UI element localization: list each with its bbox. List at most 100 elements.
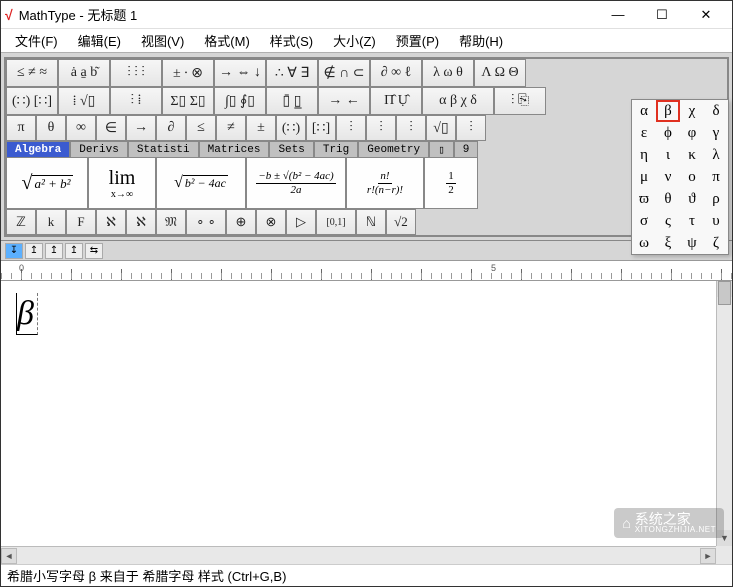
greek-delta[interactable]: δ bbox=[704, 100, 728, 122]
greek-varpi[interactable]: ϖ bbox=[632, 188, 656, 210]
sym-aleph[interactable]: ℵ bbox=[96, 209, 126, 235]
greek-iota[interactable]: ι bbox=[656, 144, 680, 166]
tmpl-frac3[interactable]: ⫶ bbox=[396, 115, 426, 141]
palette-set[interactable]: ∉ ∩ ⊂ bbox=[318, 59, 370, 87]
tab-blank[interactable]: ▯ bbox=[429, 141, 454, 157]
sym-oplus[interactable]: ⊕ bbox=[226, 209, 256, 235]
tmpl-quadratic[interactable]: −b ± √(b² − 4ac) 2a bbox=[246, 157, 346, 209]
sym-compose[interactable]: ∘ ∘ bbox=[186, 209, 226, 235]
sym-sqrt2[interactable]: √2 bbox=[386, 209, 416, 235]
palette-greek-lower[interactable]: λ ω θ bbox=[422, 59, 474, 87]
menu-edit[interactable]: 编辑(E) bbox=[68, 29, 131, 52]
tmpl-brack[interactable]: [∷] bbox=[306, 115, 336, 141]
menu-prefs[interactable]: 预置(P) bbox=[386, 29, 449, 52]
align-btn-2[interactable]: ↥ bbox=[25, 243, 43, 259]
greek-epsilon[interactable]: ε bbox=[632, 122, 656, 144]
palette-greek-small[interactable]: α β χ δ bbox=[422, 87, 494, 115]
palette-calc[interactable]: ∂ ∞ ℓ bbox=[370, 59, 422, 87]
scroll-left-icon[interactable]: ◄ bbox=[1, 548, 17, 564]
tmpl-sqrt-a2b2[interactable]: √a² + b² bbox=[6, 157, 88, 209]
tab-trig[interactable]: Trig bbox=[314, 141, 358, 157]
scroll-down-icon[interactable]: ▼ bbox=[717, 530, 732, 546]
close-button[interactable]: ✕ bbox=[684, 2, 728, 28]
tmpl-limit[interactable]: lim x→∞ bbox=[88, 157, 156, 209]
palette-subsup[interactable]: ⫶ ⁞ bbox=[110, 87, 162, 115]
tab-sets[interactable]: Sets bbox=[269, 141, 313, 157]
greek-phi[interactable]: ϕ bbox=[656, 122, 680, 144]
align-btn-4[interactable]: ↥ bbox=[65, 243, 83, 259]
menu-format[interactable]: 格式(M) bbox=[194, 29, 260, 52]
tmpl-frac2[interactable]: ⫶ bbox=[366, 115, 396, 141]
palette-integrals[interactable]: ∫▯ ∮▯ bbox=[214, 87, 266, 115]
sym-neq[interactable]: ≠ bbox=[216, 115, 246, 141]
palette-misc[interactable]: ⫶ ⎘ bbox=[494, 87, 546, 115]
greek-xi[interactable]: ξ bbox=[656, 232, 680, 254]
tab-algebra[interactable]: Algebra bbox=[6, 141, 70, 157]
greek-varphi[interactable]: φ bbox=[680, 122, 704, 144]
sym-otimes[interactable]: ⊗ bbox=[256, 209, 286, 235]
sym-arrow[interactable]: → bbox=[126, 115, 156, 141]
scrollbar-horizontal[interactable]: ◄ ► bbox=[1, 546, 716, 564]
scrollbar-vertical[interactable]: ▲ ▼ bbox=[716, 281, 732, 546]
palette-accents[interactable]: ȧ a̱ b͂ bbox=[58, 59, 110, 87]
greek-chi[interactable]: χ bbox=[680, 100, 704, 122]
tab-statisti[interactable]: Statisti bbox=[128, 141, 199, 157]
tmpl-half[interactable]: 1 2 bbox=[424, 157, 478, 209]
palette-spaces[interactable]: ⫶ ⫶ ⫶ bbox=[110, 59, 162, 87]
greek-sigma[interactable]: σ bbox=[632, 210, 656, 232]
greek-lambda[interactable]: λ bbox=[704, 144, 728, 166]
sym-N[interactable]: ℕ bbox=[356, 209, 386, 235]
tab-9[interactable]: 9 bbox=[454, 141, 479, 157]
palette-products[interactable]: Π̂ Ụ̂ bbox=[370, 87, 422, 115]
palette-label-arrows[interactable]: → ← bbox=[318, 87, 370, 115]
palette-bars[interactable]: ▯̄ ▯̲ bbox=[266, 87, 318, 115]
sym-pm[interactable]: ± bbox=[246, 115, 276, 141]
greek-gamma[interactable]: γ bbox=[704, 122, 728, 144]
tmpl-combination[interactable]: n! r!(n−r)! bbox=[346, 157, 424, 209]
greek-pi[interactable]: π bbox=[704, 166, 728, 188]
menu-file[interactable]: 文件(F) bbox=[5, 29, 68, 52]
greek-vartheta[interactable]: ϑ bbox=[680, 188, 704, 210]
palette-relations[interactable]: ≤ ≠ ≈ bbox=[6, 59, 58, 87]
greek-rho[interactable]: ρ bbox=[704, 188, 728, 210]
menu-help[interactable]: 帮助(H) bbox=[449, 29, 513, 52]
sym-infty[interactable]: ∞ bbox=[66, 115, 96, 141]
tmpl-sup[interactable]: ⫶ bbox=[456, 115, 486, 141]
greek-upsilon[interactable]: υ bbox=[704, 210, 728, 232]
palette-fences[interactable]: (∷) [∷] bbox=[6, 87, 58, 115]
ruler[interactable]: 0 5 bbox=[1, 261, 732, 281]
tmpl-frac1[interactable]: ⫶ bbox=[336, 115, 366, 141]
greek-eta[interactable]: η bbox=[632, 144, 656, 166]
greek-beta[interactable]: β bbox=[656, 100, 680, 122]
tmpl-sqrt[interactable]: √▯ bbox=[426, 115, 456, 141]
menu-view[interactable]: 视图(V) bbox=[131, 29, 194, 52]
equation-editor[interactable]: β ▲ ▼ ◄ ► ⌂ 系统之家 XITONGZHIJIA.NET bbox=[1, 281, 732, 564]
greek-nu[interactable]: ν bbox=[656, 166, 680, 188]
palette-logic[interactable]: ∴ ∀ ∃ bbox=[266, 59, 318, 87]
tmpl-discriminant[interactable]: √b² − 4ac bbox=[156, 157, 246, 209]
greek-alpha[interactable]: α bbox=[632, 100, 656, 122]
sym-interval[interactable]: [0,1] bbox=[316, 209, 356, 235]
greek-tau[interactable]: τ bbox=[680, 210, 704, 232]
sym-gothic-m[interactable]: 𝔐 bbox=[156, 209, 186, 235]
menu-style[interactable]: 样式(S) bbox=[260, 29, 323, 52]
greek-psi[interactable]: ψ bbox=[680, 232, 704, 254]
palette-operators[interactable]: ± ∙ ⊗ bbox=[162, 59, 214, 87]
tab-derivs[interactable]: Derivs bbox=[70, 141, 128, 157]
sym-pi[interactable]: π bbox=[6, 115, 36, 141]
greek-zeta[interactable]: ζ bbox=[704, 232, 728, 254]
menu-size[interactable]: 大小(Z) bbox=[323, 29, 386, 52]
scroll-right-icon[interactable]: ► bbox=[700, 548, 716, 564]
greek-varsigma[interactable]: ς bbox=[656, 210, 680, 232]
greek-kappa[interactable]: κ bbox=[680, 144, 704, 166]
sym-theta[interactable]: θ bbox=[36, 115, 66, 141]
align-btn-1[interactable]: ↧ bbox=[5, 243, 23, 259]
maximize-button[interactable]: ☐ bbox=[640, 2, 684, 28]
tab-matrices[interactable]: Matrices bbox=[199, 141, 270, 157]
sym-F[interactable]: F bbox=[66, 209, 96, 235]
minimize-button[interactable]: — bbox=[596, 2, 640, 28]
sym-aleph2[interactable]: ℵ bbox=[126, 209, 156, 235]
align-btn-3[interactable]: ↥ bbox=[45, 243, 63, 259]
greek-omicron[interactable]: ο bbox=[680, 166, 704, 188]
palette-arrows[interactable]: → ⇔ ↓ bbox=[214, 59, 266, 87]
